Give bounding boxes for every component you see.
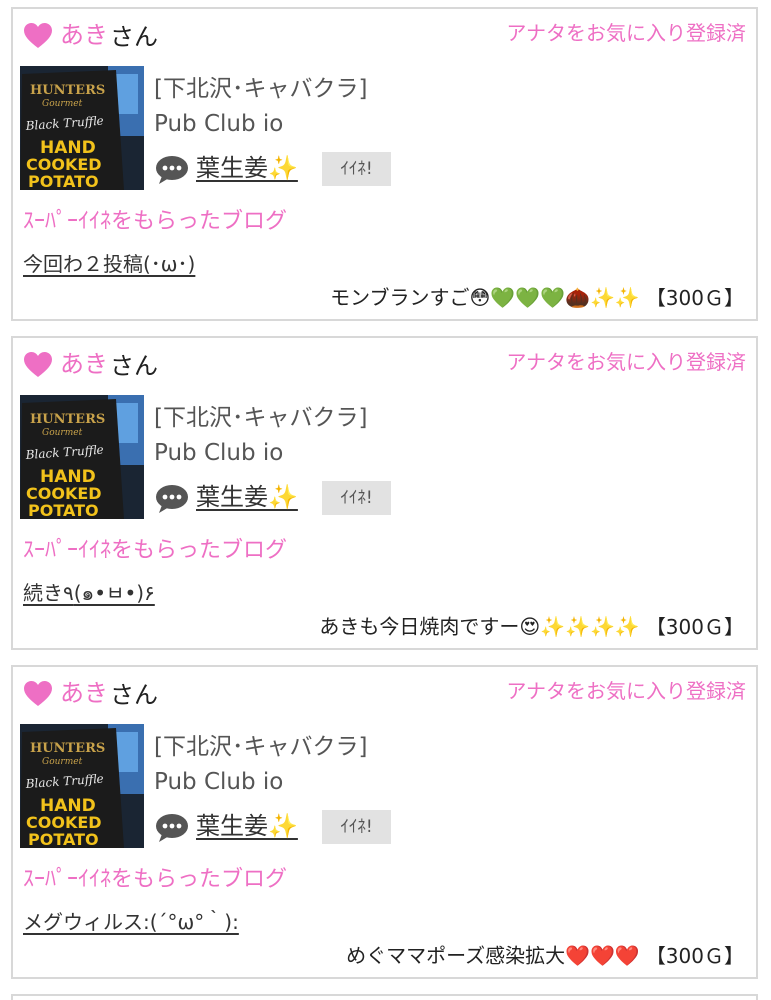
speech-bubble-icon xyxy=(156,485,188,513)
staff-photo[interactable]: HUNTERS Gourmet Black Truffle HAND COOKE… xyxy=(20,66,144,190)
super-like-label: ｽｰﾊﾟｰｲｲﾈをもらったブログ xyxy=(23,538,288,563)
comment-row: めぐママポーズ感染拡大❤️❤️❤️ 【300Ｇ】 xyxy=(346,938,744,972)
user-name[interactable]: あき xyxy=(60,15,108,55)
user-honorific: さん xyxy=(110,681,158,709)
super-like-label: ｽｰﾊﾟｰｲｲﾈをもらったブログ xyxy=(23,867,288,892)
comment-row: あきも今日焼肉ですー😍✨✨✨✨ 【300Ｇ】 xyxy=(319,609,744,643)
svg-text:HUNTERS: HUNTERS xyxy=(30,741,105,756)
post-header: あき さん アナタをお気に入り登録済 xyxy=(13,667,756,717)
svg-text:POTATO: POTATO xyxy=(28,501,99,519)
next-post-card-edge xyxy=(11,994,758,1000)
favorite-status: アナタをお気に入り登録済 xyxy=(506,21,746,45)
staff-name-link[interactable]: 葉生姜✨ xyxy=(196,148,298,188)
staff-name-link[interactable]: 葉生姜✨ xyxy=(196,477,298,517)
post-header: あき さん アナタをお気に入り登録済 xyxy=(13,338,756,388)
comment-text: モンブランすご😳💚💚💚🌰✨✨ xyxy=(330,285,640,310)
points-badge: 【300Ｇ】 xyxy=(645,285,744,310)
store-area: [下北沢･キャバクラ] xyxy=(154,405,368,431)
post-card[interactable]: あき さん アナタをお気に入り登録済 HUNTERS Gourmet Black… xyxy=(11,336,758,650)
favorite-status: アナタをお気に入り登録済 xyxy=(506,679,746,703)
like-button[interactable]: ｲｲﾈ! xyxy=(322,481,391,515)
store-area: [下北沢･キャバクラ] xyxy=(154,734,368,760)
store-name[interactable]: Pub Club io xyxy=(154,104,283,144)
points-badge: 【300Ｇ】 xyxy=(645,614,744,639)
svg-text:POTATO: POTATO xyxy=(28,830,99,848)
blog-title-link[interactable]: 続き٩(๑•ㅂ•)۶ xyxy=(23,578,155,608)
blog-title-link[interactable]: 今回わ２投稿(･ω･) xyxy=(23,249,195,279)
svg-text:Gourmet: Gourmet xyxy=(42,99,83,109)
comment-text: めぐママポーズ感染拡大❤️❤️❤️ xyxy=(346,943,640,968)
like-button[interactable]: ｲｲﾈ! xyxy=(322,810,391,844)
svg-text:Gourmet: Gourmet xyxy=(42,428,83,438)
staff-photo[interactable]: HUNTERS Gourmet Black Truffle HAND COOKE… xyxy=(20,395,144,519)
post-header: あき さん アナタをお気に入り登録済 xyxy=(13,9,756,59)
super-like-label: ｽｰﾊﾟｰｲｲﾈをもらったブログ xyxy=(23,209,288,234)
blog-like-feed: あき さん アナタをお気に入り登録済 HUNTERS Gourmet Black… xyxy=(0,0,771,1000)
heart-icon xyxy=(24,681,52,706)
user-name[interactable]: あき xyxy=(60,673,108,713)
store-name[interactable]: Pub Club io xyxy=(154,762,283,802)
user-name[interactable]: あき xyxy=(60,344,108,384)
svg-text:HUNTERS: HUNTERS xyxy=(30,412,105,427)
user-honorific: さん xyxy=(110,23,158,51)
speech-bubble-icon xyxy=(156,156,188,184)
comment-text: あきも今日焼肉ですー😍✨✨✨✨ xyxy=(319,614,640,639)
speech-bubble-icon xyxy=(156,814,188,842)
user-honorific: さん xyxy=(110,352,158,380)
comment-row: モンブランすご😳💚💚💚🌰✨✨ 【300Ｇ】 xyxy=(330,280,744,314)
favorite-status: アナタをお気に入り登録済 xyxy=(506,350,746,374)
staff-photo[interactable]: HUNTERS Gourmet Black Truffle HAND COOKE… xyxy=(20,724,144,848)
svg-text:Gourmet: Gourmet xyxy=(42,757,83,767)
post-card[interactable]: あき さん アナタをお気に入り登録済 HUNTERS Gourmet Black… xyxy=(11,7,758,321)
svg-text:HUNTERS: HUNTERS xyxy=(30,83,105,98)
post-card[interactable]: あき さん アナタをお気に入り登録済 HUNTERS Gourmet Black… xyxy=(11,665,758,979)
store-name[interactable]: Pub Club io xyxy=(154,433,283,473)
points-badge: 【300Ｇ】 xyxy=(645,943,744,968)
store-area: [下北沢･キャバクラ] xyxy=(154,76,368,102)
heart-icon xyxy=(24,352,52,377)
like-button[interactable]: ｲｲﾈ! xyxy=(322,152,391,186)
blog-title-link[interactable]: メグウィルス:(´°ω°｀): xyxy=(23,907,239,937)
heart-icon xyxy=(24,23,52,48)
staff-name-link[interactable]: 葉生姜✨ xyxy=(196,806,298,846)
svg-text:POTATO: POTATO xyxy=(28,172,99,190)
